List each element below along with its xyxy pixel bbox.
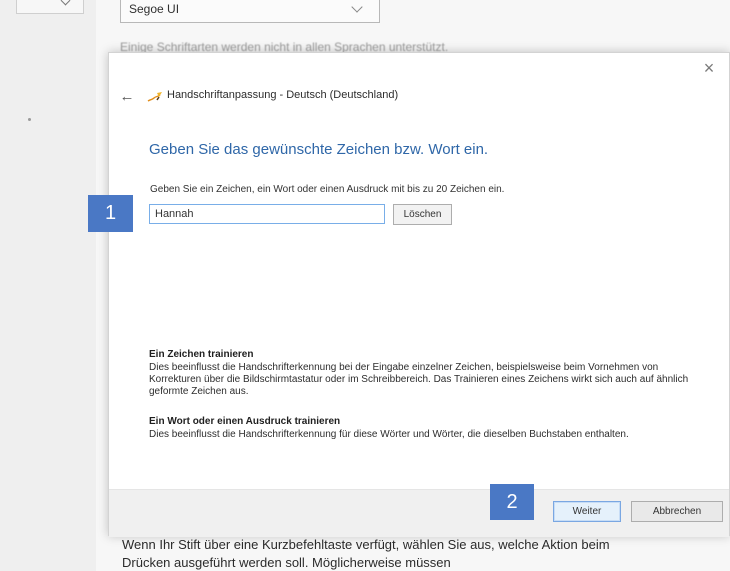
dialog-header: ← Handschriftanpassung - Deutsch (Deutsc… xyxy=(109,88,729,110)
back-arrow-icon[interactable]: ← xyxy=(119,88,135,106)
train-character-description: Dies beeinflusst die Handschrifterkennun… xyxy=(149,362,689,397)
next-button[interactable]: Weiter xyxy=(553,501,621,522)
train-word-description: Dies beeinflusst die Handschrifterkennun… xyxy=(149,429,629,440)
dialog-title: Handschriftanpassung - Deutsch (Deutschl… xyxy=(167,89,399,101)
input-instruction: Geben Sie ein Zeichen, ein Wort oder ein… xyxy=(150,184,505,195)
handwriting-pen-icon xyxy=(147,92,162,102)
handwriting-personalization-dialog: × ← Handschriftanpassung - Deutsch (Deut… xyxy=(108,52,730,537)
chevron-down-icon xyxy=(351,1,363,13)
cancel-button[interactable]: Abbrechen xyxy=(631,501,723,522)
close-icon[interactable]: × xyxy=(699,58,719,78)
screen: Segoe UI Einige Schriftarten werden nich… xyxy=(0,0,730,571)
pen-shortcut-description: Wenn Ihr Stift über eine Kurzbefehltaste… xyxy=(122,537,610,570)
sidebar-dropdown[interactable] xyxy=(16,0,84,14)
font-select-value: Segoe UI xyxy=(129,2,180,16)
step-badge-one: 1 xyxy=(88,195,133,232)
settings-sidebar xyxy=(0,0,97,571)
train-word-title: Ein Wort oder einen Ausdruck trainieren xyxy=(149,416,341,427)
clear-button[interactable]: Löschen xyxy=(393,204,452,225)
character-word-input[interactable] xyxy=(149,204,385,224)
sidebar-dot xyxy=(28,118,31,121)
train-word-section: Ein Wort oder einen Ausdruck trainieren … xyxy=(149,416,709,441)
train-character-section: Ein Zeichen trainieren Dies beeinflusst … xyxy=(149,349,709,398)
page-heading: Geben Sie das gewünschte Zeichen bzw. Wo… xyxy=(149,141,489,158)
train-character-title: Ein Zeichen trainieren xyxy=(149,349,254,360)
font-select[interactable]: Segoe UI xyxy=(120,0,380,23)
step-badge-two: 2 xyxy=(490,484,534,520)
